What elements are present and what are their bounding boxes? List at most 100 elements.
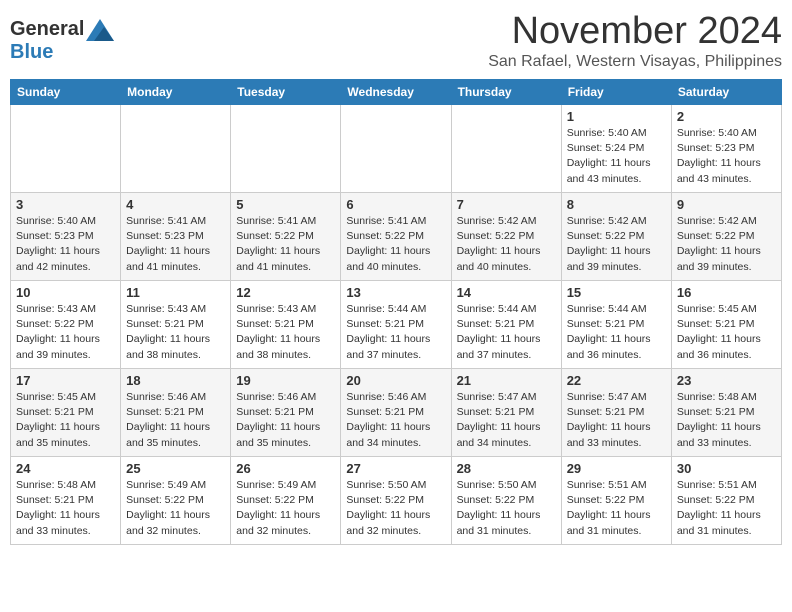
day-number: 9 — [677, 197, 776, 212]
calendar-cell — [451, 105, 561, 193]
day-number: 15 — [567, 285, 666, 300]
day-number: 10 — [16, 285, 115, 300]
day-info: Sunrise: 5:43 AM Sunset: 5:22 PM Dayligh… — [16, 302, 115, 363]
calendar-cell: 9 Sunrise: 5:42 AM Sunset: 5:22 PM Daylig… — [671, 193, 781, 281]
calendar-week-1: 1 Sunrise: 5:40 AM Sunset: 5:24 PM Daylig… — [11, 105, 782, 193]
month-title: November 2024 — [488, 10, 782, 53]
calendar-cell: 13 Sunrise: 5:44 AM Sunset: 5:21 PM Dayli… — [341, 281, 451, 369]
day-info: Sunrise: 5:42 AM Sunset: 5:22 PM Dayligh… — [567, 214, 666, 275]
day-number: 22 — [567, 373, 666, 388]
day-info: Sunrise: 5:43 AM Sunset: 5:21 PM Dayligh… — [236, 302, 335, 363]
day-info: Sunrise: 5:42 AM Sunset: 5:22 PM Dayligh… — [457, 214, 556, 275]
day-number: 16 — [677, 285, 776, 300]
calendar-cell: 7 Sunrise: 5:42 AM Sunset: 5:22 PM Daylig… — [451, 193, 561, 281]
calendar-cell: 15 Sunrise: 5:44 AM Sunset: 5:21 PM Dayli… — [561, 281, 671, 369]
calendar-week-2: 3 Sunrise: 5:40 AM Sunset: 5:23 PM Daylig… — [11, 193, 782, 281]
calendar-cell: 29 Sunrise: 5:51 AM Sunset: 5:22 PM Dayli… — [561, 457, 671, 545]
day-info: Sunrise: 5:45 AM Sunset: 5:21 PM Dayligh… — [677, 302, 776, 363]
calendar-cell — [11, 105, 121, 193]
logo: General Blue — [10, 18, 114, 64]
calendar-cell: 10 Sunrise: 5:43 AM Sunset: 5:22 PM Dayli… — [11, 281, 121, 369]
calendar-cell — [341, 105, 451, 193]
calendar-cell: 20Sunrise: 5:46 AM Sunset: 5:21 PM Dayli… — [341, 369, 451, 457]
day-number: 14 — [457, 285, 556, 300]
logo-blue-text: Blue — [10, 41, 53, 64]
logo-general-text: General — [10, 18, 84, 41]
day-info: Sunrise: 5:44 AM Sunset: 5:21 PM Dayligh… — [457, 302, 556, 363]
title-block: November 2024 San Rafael, Western Visaya… — [488, 10, 782, 71]
col-header-friday: Friday — [561, 80, 671, 105]
day-number: 7 — [457, 197, 556, 212]
day-info: Sunrise: 5:40 AM Sunset: 5:23 PM Dayligh… — [16, 214, 115, 275]
day-info: Sunrise: 5:44 AM Sunset: 5:21 PM Dayligh… — [567, 302, 666, 363]
day-info: Sunrise: 5:41 AM Sunset: 5:22 PM Dayligh… — [236, 214, 335, 275]
day-number: 17 — [16, 373, 115, 388]
day-info: Sunrise: 5:46 AM Sunset: 5:21 PM Dayligh… — [126, 390, 225, 451]
calendar-cell: 23 Sunrise: 5:48 AM Sunset: 5:21 PM Dayli… — [671, 369, 781, 457]
day-info: Sunrise: 5:51 AM Sunset: 5:22 PM Dayligh… — [567, 478, 666, 539]
location-subtitle: San Rafael, Western Visayas, Philippines — [488, 53, 782, 71]
day-info: Sunrise: 5:44 AM Sunset: 5:21 PM Dayligh… — [346, 302, 445, 363]
calendar-cell: 4Sunrise: 5:41 AM Sunset: 5:23 PM Daylig… — [121, 193, 231, 281]
day-info: Sunrise: 5:49 AM Sunset: 5:22 PM Dayligh… — [126, 478, 225, 539]
calendar-table: SundayMondayTuesdayWednesdayThursdayFrid… — [10, 79, 782, 545]
day-info: Sunrise: 5:47 AM Sunset: 5:21 PM Dayligh… — [457, 390, 556, 451]
calendar-cell: 8Sunrise: 5:42 AM Sunset: 5:22 PM Daylig… — [561, 193, 671, 281]
day-number: 29 — [567, 461, 666, 476]
day-number: 19 — [236, 373, 335, 388]
day-number: 30 — [677, 461, 776, 476]
calendar-cell: 19 Sunrise: 5:46 AM Sunset: 5:21 PM Dayli… — [231, 369, 341, 457]
day-info: Sunrise: 5:41 AM Sunset: 5:22 PM Dayligh… — [346, 214, 445, 275]
calendar-week-4: 17Sunrise: 5:45 AM Sunset: 5:21 PM Dayli… — [11, 369, 782, 457]
calendar-cell: 14 Sunrise: 5:44 AM Sunset: 5:21 PM Dayli… — [451, 281, 561, 369]
calendar-cell: 11Sunrise: 5:43 AM Sunset: 5:21 PM Dayli… — [121, 281, 231, 369]
calendar-cell: 24 Sunrise: 5:48 AM Sunset: 5:21 PM Dayli… — [11, 457, 121, 545]
col-header-tuesday: Tuesday — [231, 80, 341, 105]
day-info: Sunrise: 5:48 AM Sunset: 5:21 PM Dayligh… — [16, 478, 115, 539]
col-header-sunday: Sunday — [11, 80, 121, 105]
calendar-cell: 22 Sunrise: 5:47 AM Sunset: 5:21 PM Dayli… — [561, 369, 671, 457]
day-info: Sunrise: 5:47 AM Sunset: 5:21 PM Dayligh… — [567, 390, 666, 451]
calendar-cell: 28 Sunrise: 5:50 AM Sunset: 5:22 PM Dayli… — [451, 457, 561, 545]
day-number: 26 — [236, 461, 335, 476]
calendar-cell — [121, 105, 231, 193]
day-number: 25 — [126, 461, 225, 476]
calendar-cell: 2Sunrise: 5:40 AM Sunset: 5:23 PM Daylig… — [671, 105, 781, 193]
day-info: Sunrise: 5:43 AM Sunset: 5:21 PM Dayligh… — [126, 302, 225, 363]
col-header-saturday: Saturday — [671, 80, 781, 105]
calendar-cell: 6Sunrise: 5:41 AM Sunset: 5:22 PM Daylig… — [341, 193, 451, 281]
calendar-cell: 5 Sunrise: 5:41 AM Sunset: 5:22 PM Daylig… — [231, 193, 341, 281]
calendar-cell: 3 Sunrise: 5:40 AM Sunset: 5:23 PM Daylig… — [11, 193, 121, 281]
day-info: Sunrise: 5:50 AM Sunset: 5:22 PM Dayligh… — [457, 478, 556, 539]
day-number: 24 — [16, 461, 115, 476]
day-info: Sunrise: 5:46 AM Sunset: 5:21 PM Dayligh… — [236, 390, 335, 451]
day-info: Sunrise: 5:49 AM Sunset: 5:22 PM Dayligh… — [236, 478, 335, 539]
day-info: Sunrise: 5:48 AM Sunset: 5:21 PM Dayligh… — [677, 390, 776, 451]
day-info: Sunrise: 5:40 AM Sunset: 5:23 PM Dayligh… — [677, 126, 776, 187]
day-number: 12 — [236, 285, 335, 300]
day-number: 5 — [236, 197, 335, 212]
day-info: Sunrise: 5:41 AM Sunset: 5:23 PM Dayligh… — [126, 214, 225, 275]
day-number: 18 — [126, 373, 225, 388]
day-number: 1 — [567, 109, 666, 124]
day-number: 3 — [16, 197, 115, 212]
calendar-cell: 30Sunrise: 5:51 AM Sunset: 5:22 PM Dayli… — [671, 457, 781, 545]
day-number: 20 — [346, 373, 445, 388]
day-info: Sunrise: 5:50 AM Sunset: 5:22 PM Dayligh… — [346, 478, 445, 539]
day-number: 28 — [457, 461, 556, 476]
day-info: Sunrise: 5:40 AM Sunset: 5:24 PM Dayligh… — [567, 126, 666, 187]
calendar-cell: 27 Sunrise: 5:50 AM Sunset: 5:22 PM Dayli… — [341, 457, 451, 545]
calendar-cell: 17Sunrise: 5:45 AM Sunset: 5:21 PM Dayli… — [11, 369, 121, 457]
calendar-cell: 25 Sunrise: 5:49 AM Sunset: 5:22 PM Dayli… — [121, 457, 231, 545]
day-number: 21 — [457, 373, 556, 388]
day-number: 27 — [346, 461, 445, 476]
calendar-cell — [231, 105, 341, 193]
col-header-wednesday: Wednesday — [341, 80, 451, 105]
day-info: Sunrise: 5:42 AM Sunset: 5:22 PM Dayligh… — [677, 214, 776, 275]
day-number: 23 — [677, 373, 776, 388]
calendar-cell: 16 Sunrise: 5:45 AM Sunset: 5:21 PM Dayli… — [671, 281, 781, 369]
calendar-cell: 21 Sunrise: 5:47 AM Sunset: 5:21 PM Dayli… — [451, 369, 561, 457]
calendar-cell: 26 Sunrise: 5:49 AM Sunset: 5:22 PM Dayli… — [231, 457, 341, 545]
calendar-header-row: SundayMondayTuesdayWednesdayThursdayFrid… — [11, 80, 782, 105]
day-number: 13 — [346, 285, 445, 300]
